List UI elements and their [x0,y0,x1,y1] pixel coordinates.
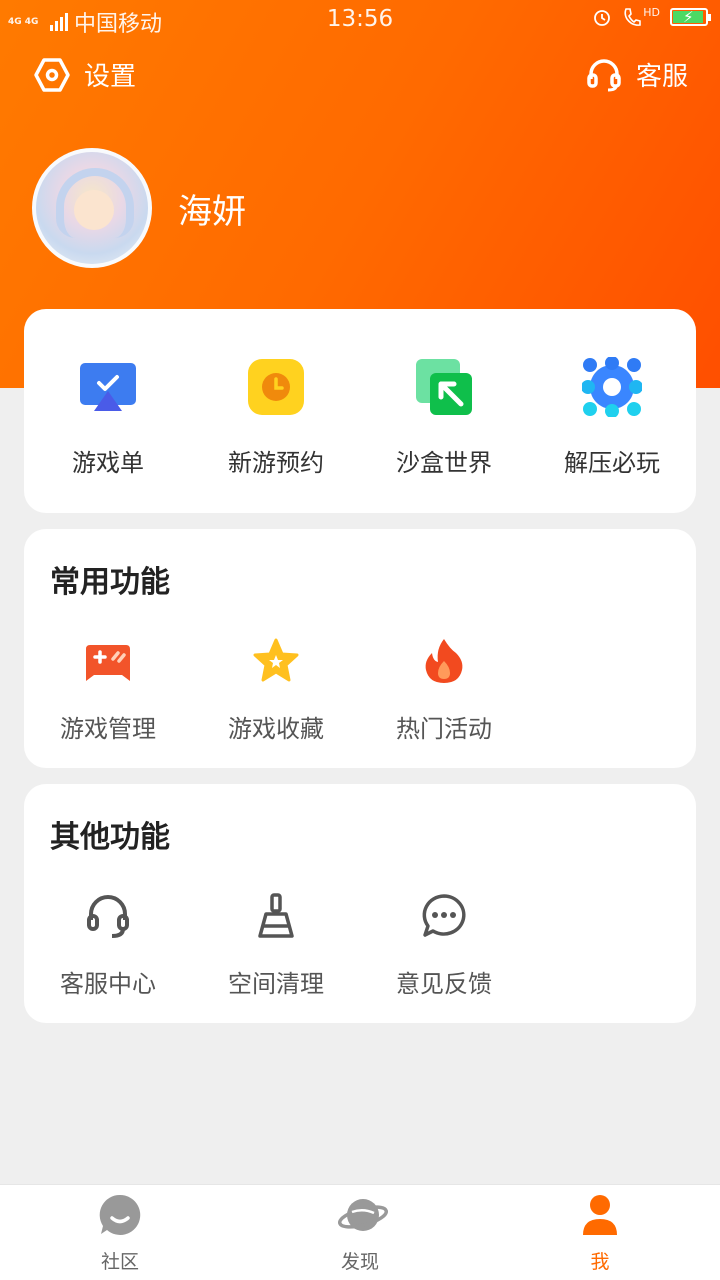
quick-entry-label: 游戏单 [72,449,144,477]
status-bar: 4G 4G 中国移动 13:56 HD ⚡ [0,0,720,40]
common-functions-card: 常用功能 游戏管理 游戏收藏 热门活动 [24,529,696,768]
function-label: 意见反馈 [396,970,492,998]
star-icon [252,637,300,685]
game-favorites-button[interactable]: 游戏收藏 [192,637,360,744]
function-label: 游戏管理 [60,715,156,743]
hot-events-button[interactable]: 热门活动 [360,637,528,744]
tab-label: 我 [590,1251,610,1273]
clock-icon [246,357,306,417]
tab-discover[interactable]: 发现 [240,1193,480,1274]
alarm-icon [594,10,611,26]
community-icon [98,1193,142,1237]
headset-icon [84,892,132,940]
profile-section[interactable]: 海妍 [32,148,246,268]
section-title: 其他功能 [50,820,170,855]
top-nav: 设置 客服 [0,56,720,100]
hd-label: HD [643,6,660,19]
settings-icon [34,57,70,92]
bottom-tab-bar: 社区 发现 我 [0,1184,720,1280]
call-icon [624,8,642,26]
quick-entry-card: 游戏单 新游预约 沙盒世界 解压必玩 [24,309,696,513]
person-icon [578,1193,622,1237]
space-cleanup-button[interactable]: 空间清理 [192,892,360,999]
quick-entry-stress-relief[interactable]: 解压必玩 [528,356,696,478]
other-functions-card: 其他功能 客服中心 空间清理 意见反馈 [24,784,696,1023]
avatar[interactable] [32,148,152,268]
settings-label: 设置 [84,62,137,92]
function-label: 游戏收藏 [228,715,324,743]
tab-label: 发现 [340,1251,379,1273]
customer-service-button[interactable]: 客服 [586,56,688,93]
function-label: 热门活动 [396,715,492,743]
quick-entry-label: 新游预约 [228,449,324,477]
quick-entry-game-list[interactable]: 游戏单 [24,357,192,478]
quick-entry-sandbox-world[interactable]: 沙盒世界 [360,357,528,478]
gamepad-icon [84,637,132,685]
headset-icon [587,58,621,91]
function-label: 空间清理 [228,970,324,998]
username: 海妍 [178,191,246,232]
battery-icon: ⚡ [670,8,711,26]
customer-service-center-button[interactable]: 客服中心 [24,892,192,999]
quick-entry-new-game-reserve[interactable]: 新游预约 [192,357,360,478]
tab-community[interactable]: 社区 [0,1193,240,1274]
sandbox-cursor-icon [414,357,474,417]
quick-entry-label: 沙盒世界 [396,449,492,477]
feedback-button[interactable]: 意见反馈 [360,892,528,999]
game-management-button[interactable]: 游戏管理 [24,637,192,744]
function-label: 客服中心 [60,970,156,998]
section-title: 常用功能 [50,565,170,600]
broom-icon [252,892,300,940]
dots-gear-icon [581,356,643,418]
quick-entry-label: 解压必玩 [564,449,660,477]
service-label: 客服 [635,62,688,92]
flame-icon [420,637,468,685]
chat-bubble-icon [420,892,468,940]
game-list-icon [78,357,138,417]
tab-label: 社区 [100,1251,139,1273]
planet-icon [337,1193,389,1237]
tab-me[interactable]: 我 [480,1193,720,1274]
settings-button[interactable]: 设置 [34,56,136,93]
